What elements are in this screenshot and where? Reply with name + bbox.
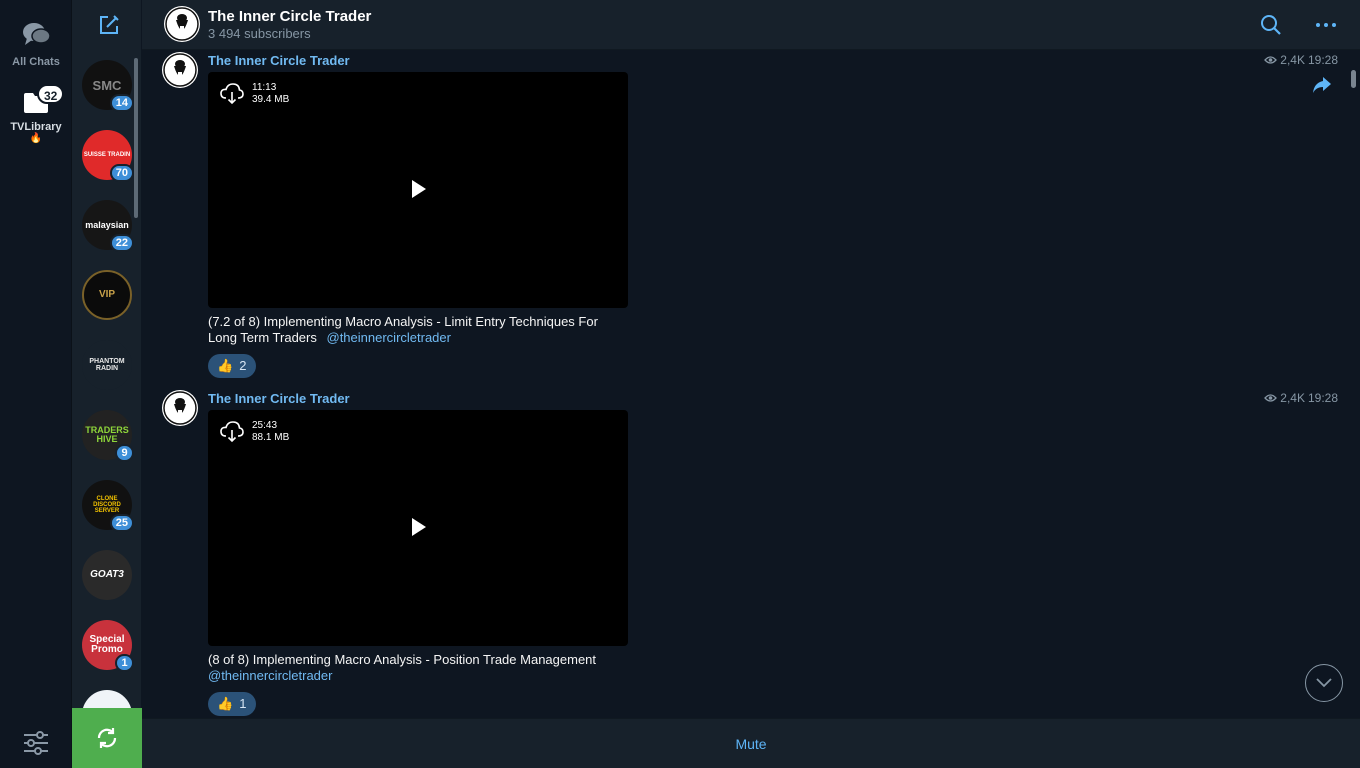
unread-badge: 25 bbox=[109, 514, 134, 532]
message-caption: (8 of 8) Implementing Macro Analysis - P… bbox=[208, 652, 628, 684]
fire-emoji: 🔥 bbox=[29, 133, 43, 144]
chat-item-malaysian[interactable]: malaysian 22 bbox=[82, 200, 134, 252]
view-count: 2,4K bbox=[1280, 391, 1305, 405]
chat-header: The Inner Circle Trader 3 494 subscriber… bbox=[142, 0, 1360, 50]
refresh-icon bbox=[97, 728, 117, 748]
search-button[interactable] bbox=[1260, 14, 1282, 36]
message-author[interactable]: The Inner Circle Trader bbox=[208, 391, 350, 406]
video-duration: 25:43 bbox=[252, 420, 278, 431]
search-icon bbox=[1261, 15, 1281, 35]
message-history: The Inner Circle Trader 2,4K 19:28 11:13… bbox=[142, 50, 1360, 718]
message: The Inner Circle Trader 2,4K 19:28 bbox=[142, 388, 1360, 718]
channel-logo-icon bbox=[165, 7, 199, 41]
folder-tvlibrary-badge: 32 bbox=[37, 84, 65, 104]
mention-link[interactable]: @theinnercircletrader bbox=[327, 330, 451, 345]
caption-text: (8 of 8) Implementing Macro Analysis - P… bbox=[208, 652, 597, 667]
video-duration: 11:13 bbox=[252, 82, 277, 93]
channel-avatar[interactable] bbox=[164, 6, 200, 42]
folder-rail: All Chats 32 TVLibrary 🔥 bbox=[0, 0, 72, 768]
reaction-chip[interactable]: 👍 2 bbox=[208, 354, 257, 378]
thumbs-up-icon: 👍 bbox=[217, 358, 234, 373]
avatar: GOAT3 bbox=[82, 550, 132, 600]
chat-item-phantom-radin[interactable]: PHANTOM RADIN bbox=[82, 340, 132, 390]
bottom-bar: Mute bbox=[142, 718, 1360, 768]
channel-title[interactable]: The Inner Circle Trader bbox=[208, 8, 371, 25]
chat-item-vip[interactable]: VIP bbox=[82, 270, 132, 320]
unread-badge: 9 bbox=[115, 444, 134, 462]
sliders-icon bbox=[24, 731, 48, 755]
compose-icon bbox=[100, 15, 119, 34]
message-caption: (7.2 of 8) Implementing Macro Analysis -… bbox=[208, 314, 628, 346]
folder-tvlibrary-label: TVLibrary bbox=[10, 121, 62, 133]
chat-item-clone-discord[interactable]: CLONE DISCORD SERVER 25 bbox=[82, 480, 134, 532]
chat-item-smc[interactable]: SMC 14 bbox=[82, 60, 134, 112]
video-size: 88.1 MB bbox=[252, 432, 290, 443]
author-avatar[interactable] bbox=[162, 390, 198, 426]
refresh-button[interactable] bbox=[72, 708, 142, 768]
eye-icon bbox=[1264, 394, 1278, 402]
mention-link[interactable]: @theinnercircletrader bbox=[208, 668, 332, 683]
video-size: 39.4 MB bbox=[252, 94, 290, 105]
play-icon[interactable] bbox=[412, 518, 426, 536]
message-scrollbar[interactable] bbox=[1351, 70, 1356, 88]
unread-badge: 14 bbox=[109, 94, 134, 112]
share-button[interactable] bbox=[1312, 76, 1332, 94]
more-dots-icon bbox=[1316, 23, 1336, 27]
avatar: PHANTOM RADIN bbox=[82, 340, 132, 390]
unread-badge: 1 bbox=[115, 654, 134, 672]
chat-list: SMC 14 SUISSE TRADIN 70 malaysian 22 VIP… bbox=[72, 0, 142, 768]
more-options-button[interactable] bbox=[1314, 14, 1338, 36]
message-meta: 2,4K 19:28 bbox=[1264, 53, 1338, 67]
author-avatar[interactable] bbox=[162, 52, 198, 88]
cloud-download-icon bbox=[220, 83, 244, 105]
reaction-count: 2 bbox=[239, 358, 247, 373]
view-count: 2,4K bbox=[1280, 53, 1305, 67]
message-time: 19:28 bbox=[1307, 53, 1338, 67]
eye-icon bbox=[1264, 56, 1278, 64]
avatar: VIP bbox=[82, 270, 132, 320]
folder-all-chats-label: All Chats bbox=[12, 56, 60, 68]
message-time: 19:28 bbox=[1307, 391, 1338, 405]
message: The Inner Circle Trader 2,4K 19:28 bbox=[142, 50, 1360, 386]
filters-settings-button[interactable] bbox=[22, 730, 50, 756]
chat-item-goat3[interactable]: GOAT3 bbox=[82, 550, 132, 600]
download-info[interactable]: 11:13 39.4 MB bbox=[220, 82, 289, 106]
cloud-download-icon bbox=[220, 421, 244, 443]
chevron-down-icon bbox=[1316, 678, 1332, 688]
compose-button[interactable] bbox=[98, 14, 120, 36]
reaction-chip[interactable]: 👍 1 bbox=[208, 692, 257, 716]
chat-item-special-promo[interactable]: Special Promo 1 bbox=[82, 620, 134, 672]
share-arrow-icon bbox=[1313, 77, 1331, 93]
channel-logo-icon bbox=[163, 53, 197, 87]
chat-list-scrollbar[interactable] bbox=[134, 58, 138, 218]
reaction-count: 1 bbox=[239, 696, 247, 711]
unread-badge: 70 bbox=[109, 164, 134, 182]
message-author[interactable]: The Inner Circle Trader bbox=[208, 53, 350, 68]
folder-all-chats[interactable]: All Chats bbox=[0, 22, 72, 68]
mute-button[interactable]: Mute bbox=[735, 736, 766, 752]
message-meta: 2,4K 19:28 bbox=[1264, 391, 1338, 405]
channel-logo-icon bbox=[163, 391, 197, 425]
chat-item-suisse-trading[interactable]: SUISSE TRADIN 70 bbox=[82, 130, 134, 182]
folder-tvlibrary[interactable]: 32 TVLibrary 🔥 bbox=[0, 84, 72, 144]
telegram-window: All Chats 32 TVLibrary 🔥 SMC 14 SUISSE T… bbox=[0, 0, 1360, 768]
chat-item-traders-hive[interactable]: TRADERS HIVE 9 bbox=[82, 410, 134, 462]
unread-badge: 22 bbox=[109, 234, 134, 252]
play-icon[interactable] bbox=[412, 180, 426, 198]
thumbs-up-icon: 👍 bbox=[217, 696, 234, 711]
download-info[interactable]: 25:43 88.1 MB bbox=[220, 420, 289, 444]
chat-bubbles-icon bbox=[23, 23, 51, 45]
scroll-to-bottom-button[interactable] bbox=[1305, 664, 1343, 702]
subscriber-count: 3 494 subscribers bbox=[208, 26, 311, 41]
video-player[interactable]: 25:43 88.1 MB bbox=[208, 410, 628, 646]
video-player[interactable]: 11:13 39.4 MB bbox=[208, 72, 628, 308]
